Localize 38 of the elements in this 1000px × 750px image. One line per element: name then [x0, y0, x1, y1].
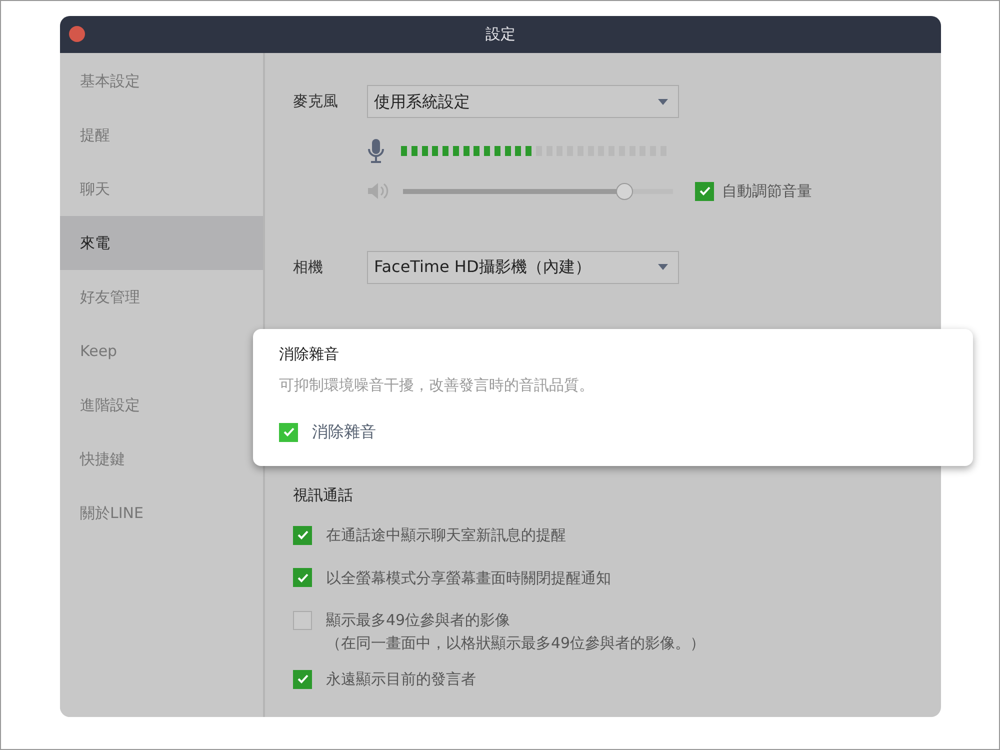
description-text: 可抑制環境噪音干擾，改善發言時的音訊品質。 — [279, 374, 595, 396]
checkbox[interactable] — [293, 610, 312, 630]
check-icon — [698, 186, 710, 196]
checkbox-label: 在通話途中顯示聊天室新訊息的提醒 — [326, 525, 566, 546]
checkbox-label: 自動調節音量 — [722, 181, 812, 202]
checkbox-label: 消除雜音 — [312, 421, 376, 443]
close-button[interactable] — [69, 26, 85, 42]
option-note: （在同一畫面中，以格狀顯示最多49位參與者的影像。） — [325, 632, 706, 654]
checkbox[interactable] — [293, 670, 312, 689]
caret-icon — [658, 264, 668, 270]
popup-title: 消除雜音 — [279, 344, 340, 365]
speaker-icon — [367, 181, 389, 202]
dropdown[interactable]: 使用系統設定 — [367, 85, 679, 118]
sidebar-item[interactable]: 來電 — [60, 216, 263, 270]
check-icon — [296, 530, 308, 540]
sidebar-item[interactable]: 好友管理 — [60, 270, 263, 324]
field-label: 相機 — [293, 256, 324, 278]
checkbox-label: 顯示最多49位參與者的影像 — [326, 610, 510, 631]
sidebar-item[interactable]: 聊天 — [60, 162, 263, 216]
check-icon — [296, 572, 308, 583]
checkbox[interactable] — [695, 182, 714, 201]
dropdown[interactable]: FaceTime HD攝影機（內建） — [367, 250, 679, 284]
section-heading: 視訊通話 — [293, 484, 354, 506]
caret-icon — [658, 98, 668, 104]
sidebar-item[interactable]: 基本設定 — [60, 54, 263, 108]
check-icon — [282, 427, 294, 437]
checkbox[interactable] — [279, 422, 298, 442]
sidebar-item[interactable]: 提醒 — [60, 108, 263, 162]
sidebar-item[interactable]: 關於LINE — [60, 486, 263, 540]
window-title: 設定 — [486, 24, 516, 46]
check-icon — [296, 674, 308, 684]
microphone-icon — [367, 138, 385, 164]
field-label: 麥克風 — [293, 91, 339, 112]
checkbox-label: 以全螢幕模式分享螢幕畫面時關閉提醒通知 — [326, 568, 611, 588]
checkbox-label: 永遠顯示目前的發言者 — [326, 669, 476, 690]
checkbox[interactable] — [293, 526, 312, 545]
checkbox[interactable] — [293, 568, 312, 588]
slider-thumb[interactable] — [616, 182, 634, 200]
